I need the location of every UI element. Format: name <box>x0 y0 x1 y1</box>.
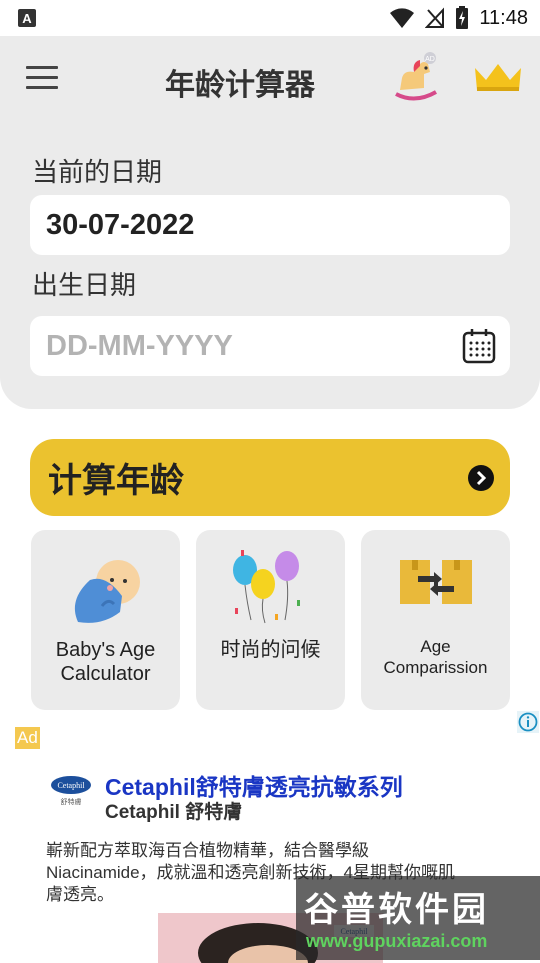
current-date-label: 当前的日期 <box>32 157 163 187</box>
status-time: 11:48 <box>479 6 528 29</box>
card-label: Age Comparission <box>383 637 488 677</box>
card-baby-age-calculator[interactable]: Baby's Age Calculator <box>31 530 180 710</box>
status-icons: 11:48 <box>389 6 528 30</box>
birth-date-placeholder: DD-MM-YYYY <box>46 329 233 362</box>
watermark-url: www.gupuxiazai.com <box>306 931 488 951</box>
crown-icon[interactable] <box>472 58 524 98</box>
compare-boxes-icon <box>400 560 472 604</box>
date-input-panel: 年龄计算器 AD 当前的日期 30-07-2022 出生日期 DD-MM-YYY… <box>0 36 540 409</box>
battery-charging-icon <box>456 6 469 29</box>
arrow-right-icon <box>468 465 494 491</box>
svg-text:A: A <box>22 11 32 26</box>
birth-date-field[interactable]: DD-MM-YYYY <box>30 316 510 376</box>
info-icon[interactable] <box>517 711 539 733</box>
calculate-age-label: 计算年龄 <box>48 462 184 500</box>
ad-badge: Ad <box>15 727 40 749</box>
site-watermark: 谷普软件园 www.gupuxiazai.com <box>296 876 540 960</box>
rocking-horse-icon[interactable]: AD <box>390 52 440 102</box>
cetaphil-logo: Cetaphil 舒特膚 <box>51 776 91 806</box>
card-label: 时尚的问候 <box>220 639 321 661</box>
birth-date-label: 出生日期 <box>32 270 137 300</box>
card-label: Baby's Age Calculator <box>55 639 156 685</box>
wifi-icon <box>390 8 415 28</box>
current-date-field[interactable]: 30-07-2022 <box>30 195 510 255</box>
ad-subtitle: Cetaphil 舒特膚 <box>105 802 243 823</box>
status-bar: A 11:48 <box>0 0 540 36</box>
svg-text:舒特膚: 舒特膚 <box>61 797 82 806</box>
notification-a-icon: A <box>18 9 36 27</box>
svg-text:AD: AD <box>425 56 435 63</box>
watermark-text: 谷普软件园 <box>304 891 489 929</box>
calendar-icon[interactable] <box>462 328 496 364</box>
no-signal-icon <box>425 7 445 28</box>
current-date-value: 30-07-2022 <box>46 208 195 241</box>
baby-icon <box>74 560 140 623</box>
svg-text:Cetaphil: Cetaphil <box>57 781 85 790</box>
calculate-age-button[interactable]: 计算年龄 <box>30 439 510 516</box>
card-age-comparison[interactable]: Age Comparission <box>361 530 510 710</box>
card-greetings[interactable]: 时尚的问候 <box>196 530 345 710</box>
balloons-icon <box>233 550 300 624</box>
